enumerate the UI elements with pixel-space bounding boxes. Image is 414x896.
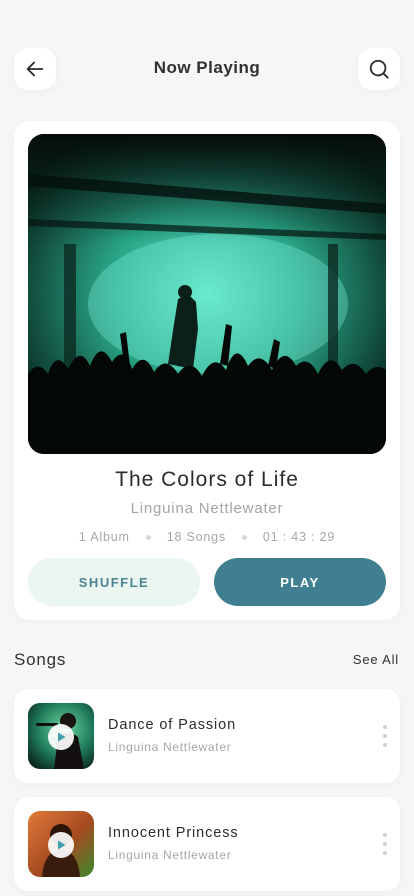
search-button[interactable] bbox=[358, 48, 400, 90]
more-options-button[interactable] bbox=[380, 833, 390, 855]
more-dots-icon bbox=[383, 743, 387, 747]
separator-dot bbox=[145, 534, 151, 540]
more-dots-icon bbox=[383, 725, 387, 729]
song-list-item[interactable]: Innocent Princess Linguina Nettlewater bbox=[14, 797, 400, 891]
song-artist: Linguina Nettlewater bbox=[108, 740, 232, 754]
song-list-item[interactable]: Dance of Passion Linguina Nettlewater bbox=[14, 689, 400, 783]
album-card: The Colors of Life Linguina Nettlewater … bbox=[14, 121, 400, 620]
album-count: 1 Album bbox=[78, 530, 130, 544]
songs-heading: Songs bbox=[14, 650, 67, 669]
album-artist: Linguina Nettlewater bbox=[130, 500, 284, 517]
play-button[interactable]: PLAY bbox=[214, 558, 386, 606]
total-duration: 01 : 43 : 29 bbox=[262, 530, 336, 544]
album-meta: 1 Album 18 Songs 01 : 43 : 29 bbox=[14, 530, 400, 544]
play-icon bbox=[58, 840, 66, 850]
song-artist: Linguina Nettlewater bbox=[108, 848, 232, 862]
more-options-button[interactable] bbox=[380, 725, 390, 747]
song-thumbnail bbox=[28, 703, 94, 769]
page-title: Now Playing bbox=[153, 58, 261, 77]
top-bar: Now Playing bbox=[0, 0, 414, 130]
search-icon bbox=[369, 59, 389, 79]
album-cover-image bbox=[28, 134, 386, 454]
more-dots-icon bbox=[383, 842, 387, 846]
song-title: Innocent Princess bbox=[108, 825, 239, 841]
more-dots-icon bbox=[383, 833, 387, 837]
song-title: Dance of Passion bbox=[108, 717, 237, 733]
shuffle-button[interactable]: SHUFFLE bbox=[28, 558, 200, 606]
more-dots-icon bbox=[383, 734, 387, 738]
song-count: 18 Songs bbox=[166, 530, 226, 544]
play-song-button[interactable] bbox=[48, 724, 74, 750]
album-title: The Colors of Life bbox=[115, 468, 299, 491]
play-song-button[interactable] bbox=[48, 832, 74, 858]
separator-dot bbox=[241, 534, 247, 540]
more-dots-icon bbox=[383, 851, 387, 855]
song-thumbnail bbox=[28, 811, 94, 877]
play-icon bbox=[58, 732, 66, 742]
see-all-link[interactable]: See All bbox=[353, 652, 399, 667]
